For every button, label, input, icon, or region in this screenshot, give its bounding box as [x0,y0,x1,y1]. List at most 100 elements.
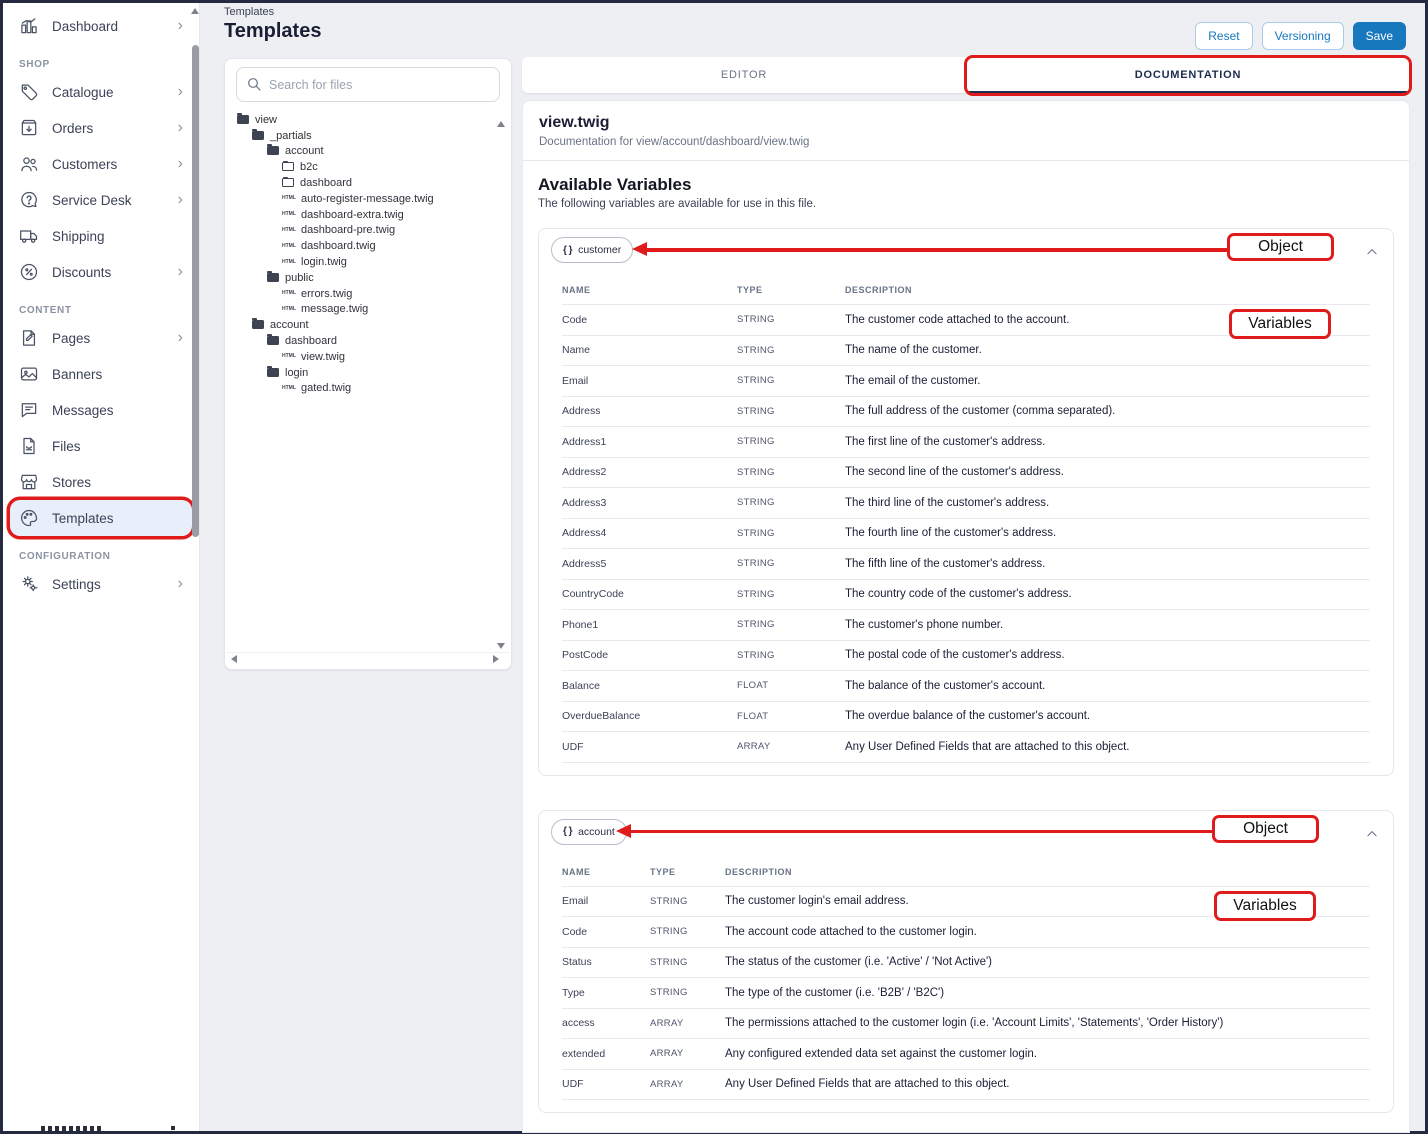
variable-name: Phone1 [562,610,737,641]
tree-item-dashboard[interactable]: dashboard [225,175,511,191]
variable-name: Email [562,366,737,397]
variable-row-Name: NameSTRINGThe name of the customer. [562,335,1370,366]
tree-item--partials[interactable]: _partials [225,128,511,144]
variable-name: Address [562,396,737,427]
tree-item-dashboard[interactable]: dashboard [225,333,511,349]
variable-description: The second line of the customer's addres… [845,457,1370,488]
variable-name: Address3 [562,488,737,519]
variable-description: Any User Defined Fields that are attache… [845,732,1370,763]
sidebar-item-dashboard[interactable]: Dashboard› [10,8,192,44]
sidebar-item-service-desk[interactable]: Service Desk› [10,182,192,218]
section-label-content: CONTENT [19,301,183,319]
sidebar-item-label: Service Desk [52,193,132,208]
folder-icon [252,321,264,329]
sidebar-item-orders[interactable]: Orders› [10,110,192,146]
tree-scroll-up-icon[interactable] [497,121,505,127]
variable-type: STRING [737,457,845,488]
tree-horizontal-scrollbar[interactable] [226,652,510,653]
tree-scroll-left-icon[interactable] [231,655,237,663]
variable-description: The email of the customer. [845,366,1370,397]
variable-name: Address2 [562,457,737,488]
sidebar-scroll-up-icon[interactable] [191,8,199,14]
tree-item-label: message.twig [301,303,368,315]
variable-type: STRING [737,488,845,519]
section-label-configuration: CONFIGURATION [19,547,183,565]
tree-item-view-twig[interactable]: HTMLview.twig [225,349,511,365]
sidebar-item-catalogue[interactable]: Catalogue› [10,74,192,110]
tree-item-auto-register-message-twig[interactable]: HTMLauto-register-message.twig [225,191,511,207]
column-header-name: NAME [562,271,737,305]
column-header-type: TYPE [737,271,845,305]
tree-item-dashboard-pre-twig[interactable]: HTML dashboard-pre.twig [225,223,511,239]
sidebar-scrollbar-thumb[interactable] [192,45,199,537]
variable-name: UDF [562,1069,650,1100]
tree-scroll-down-icon[interactable] [497,643,505,649]
object-pill-customer[interactable]: { }customer [551,237,633,263]
sidebar-item-stores[interactable]: Stores [10,464,192,500]
column-header-description: DESCRIPTION [725,853,1370,887]
html-file-icon: HTML [282,307,295,312]
tree-item-label: dashboard-pre.twig [301,224,395,236]
tab-editor[interactable]: EDITOR [522,57,966,93]
sidebar-item-messages[interactable]: Messages [10,392,192,428]
variable-name: Address4 [562,518,737,549]
tree-item-dashboard-twig[interactable]: HTMLdashboard.twig [225,238,511,254]
variable-description: The permissions attached to the customer… [725,1008,1370,1039]
tree-item-gated-twig[interactable]: HTMLgated.twig [225,381,511,397]
tree-item-label: view.twig [301,351,345,363]
folder-icon [237,116,249,124]
variable-row-OverdueBalance: OverdueBalanceFLOATThe overdue balance o… [562,701,1370,732]
sidebar-item-customers[interactable]: Customers› [10,146,192,182]
banners-icon [19,364,39,384]
sidebar-item-pages[interactable]: Pages› [10,320,192,356]
sidebar-footer-fragment-dot [171,1126,175,1130]
sidebar-item-shipping[interactable]: Shipping [10,218,192,254]
tree-item-login-twig[interactable]: HTMLlogin.twig [225,254,511,270]
sidebar-item-label: Catalogue [52,85,114,100]
tree-scroll-right-icon[interactable] [493,655,499,663]
variable-row-Type: TypeSTRINGThe type of the customer (i.e.… [562,978,1370,1009]
breadcrumb[interactable]: Templates [224,6,274,18]
save-button[interactable]: Save [1353,22,1406,50]
variable-description: The type of the customer (i.e. 'B2B' / '… [725,978,1370,1009]
variable-type: STRING [650,947,725,978]
sidebar-item-settings[interactable]: Settings› [10,566,192,602]
sidebar-item-label: Settings [52,577,101,592]
variable-type: ARRAY [650,1008,725,1039]
sidebar-item-files[interactable]: Files [10,428,192,464]
tree-item-b2c[interactable]: b2c [225,159,511,175]
variables-annotation-label: Variables [1229,309,1331,339]
variable-name: Type [562,978,650,1009]
variable-description: The customer's phone number. [845,610,1370,641]
folder-icon [267,147,279,155]
tree-item-login[interactable]: login [225,365,511,381]
tab-documentation[interactable]: DOCUMENTATION [966,57,1410,93]
catalogue-icon [19,82,39,102]
stores-icon [19,472,39,492]
tree-item-message-twig[interactable]: HTML message.twig [225,302,511,318]
chevron-right-icon: › [178,18,183,34]
chevron-up-icon[interactable] [1365,245,1379,264]
sidebar-item-discounts[interactable]: Discounts› [10,254,192,290]
column-header-name: NAME [562,853,650,887]
tree-item-account[interactable]: account [225,144,511,160]
templates-icon [19,508,39,528]
variable-row-Address: AddressSTRINGThe full address of the cus… [562,396,1370,427]
tree-item-dashboard-extra-twig[interactable]: HTMLdashboard-extra.twig [225,207,511,223]
tree-item-public[interactable]: public [225,270,511,286]
sidebar-item-banners[interactable]: Banners [10,356,192,392]
tree-item-view[interactable]: view [225,112,511,128]
search-input[interactable] [236,67,500,102]
variable-name: PostCode [562,640,737,671]
reset-button[interactable]: Reset [1195,22,1252,50]
tree-item-errors-twig[interactable]: HTMLerrors.twig [225,286,511,302]
variable-name: CountryCode [562,579,737,610]
chevron-up-icon[interactable] [1365,827,1379,846]
versioning-button[interactable]: Versioning [1262,22,1344,50]
html-file-icon: HTML [282,386,295,391]
html-file-icon: HTML [282,228,295,233]
sidebar-item-templates[interactable]: Templates [10,500,192,536]
sidebar-item-label: Files [52,439,81,454]
variable-row-CountryCode: CountryCodeSTRINGThe country code of the… [562,579,1370,610]
tree-item-account[interactable]: account [225,317,511,333]
